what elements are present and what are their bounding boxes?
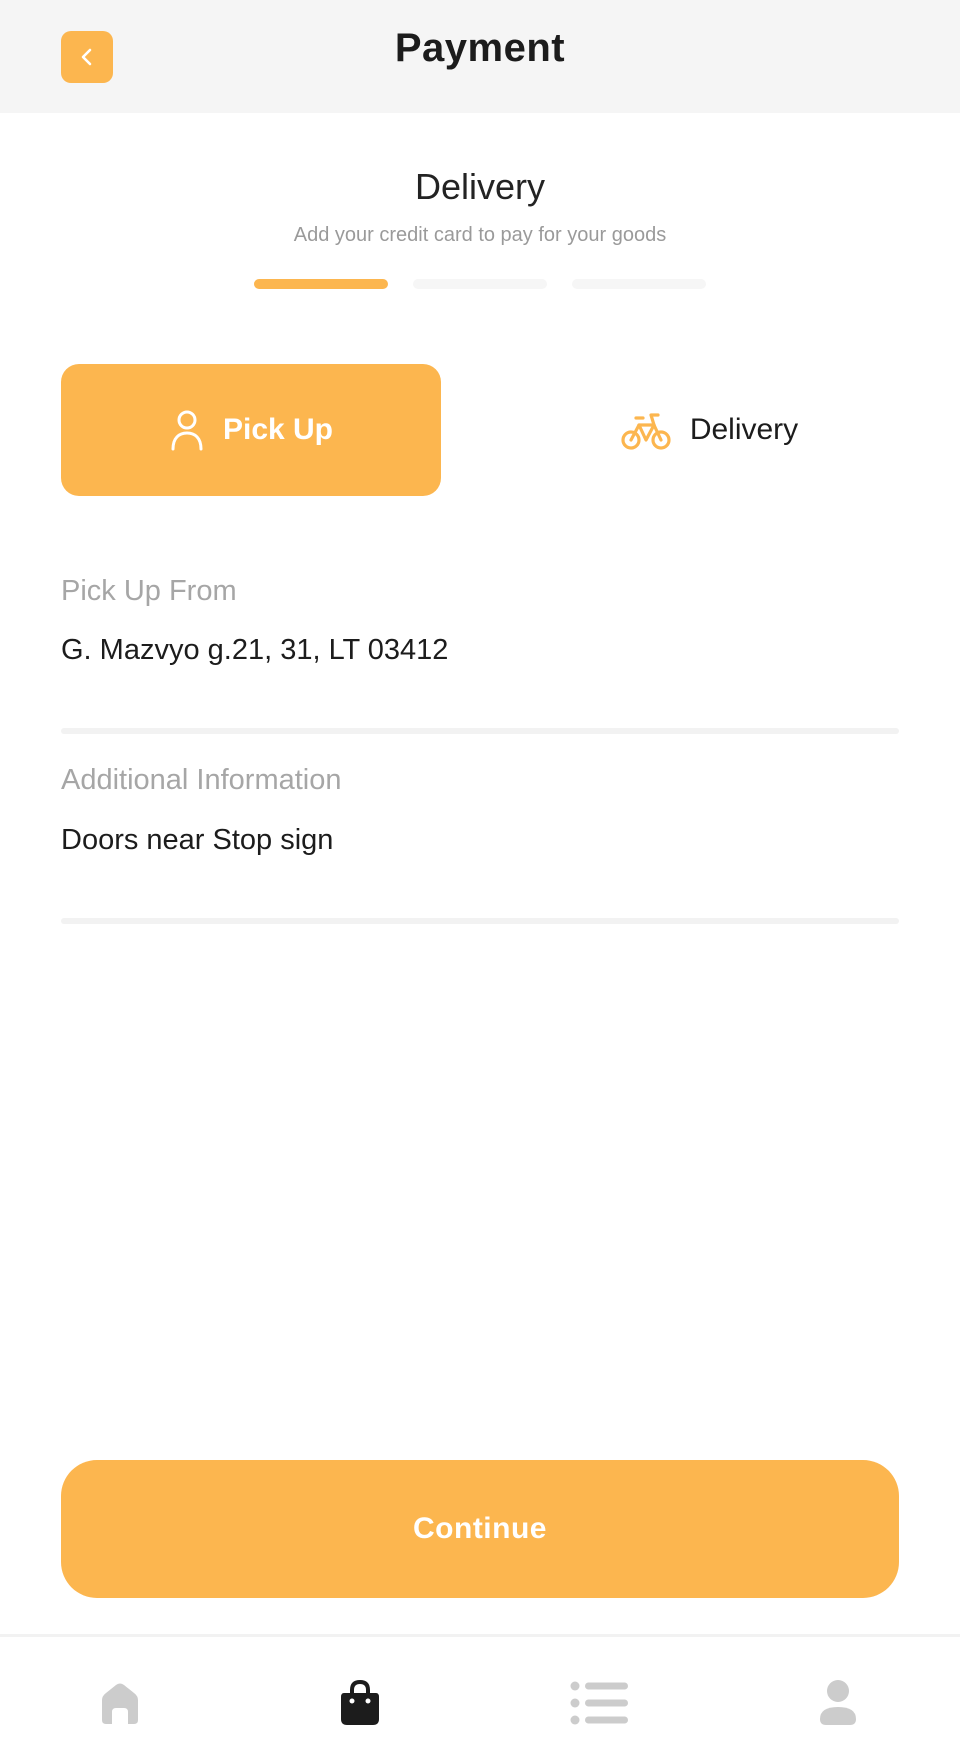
pickup-option-label: Pick Up: [222, 413, 334, 446]
pickup-from-value[interactable]: G. Mazvyo g.21, 31, LT 03412: [61, 634, 448, 667]
field-divider: [61, 918, 899, 924]
field-divider: [61, 728, 899, 734]
progress-step-2: [413, 279, 547, 289]
step-progress: [254, 279, 706, 289]
page-title: Payment: [394, 26, 566, 70]
nav-shop[interactable]: [330, 1673, 390, 1733]
progress-step-1: [254, 279, 388, 289]
person-icon: [171, 410, 203, 451]
delivery-option-button[interactable]: Delivery: [519, 364, 899, 496]
profile-icon: [820, 1680, 856, 1725]
additional-info-value[interactable]: Doors near Stop sign: [61, 824, 333, 857]
pickup-option-button[interactable]: Pick Up: [61, 364, 441, 496]
shopping-bag-icon: [341, 1679, 379, 1725]
continue-button[interactable]: Continue: [61, 1460, 899, 1598]
nav-home[interactable]: [90, 1673, 150, 1733]
additional-info-label: Additional Information: [61, 764, 342, 796]
step-title: Delivery: [414, 166, 546, 207]
home-icon: [102, 1683, 138, 1724]
bicycle-icon: [621, 413, 671, 450]
list-icon: [570, 1681, 628, 1725]
progress-step-3: [572, 279, 706, 289]
payment-screen: Payment Delivery Add your credit card to…: [0, 0, 960, 1751]
pickup-from-label: Pick Up From: [61, 575, 237, 607]
nav-profile[interactable]: [808, 1673, 868, 1733]
bottom-nav: [0, 1634, 960, 1751]
app-header: Payment: [0, 0, 960, 113]
nav-list[interactable]: [570, 1673, 630, 1733]
step-subtitle: Add your credit card to pay for your goo…: [293, 224, 667, 246]
delivery-option-label: Delivery: [689, 413, 799, 446]
